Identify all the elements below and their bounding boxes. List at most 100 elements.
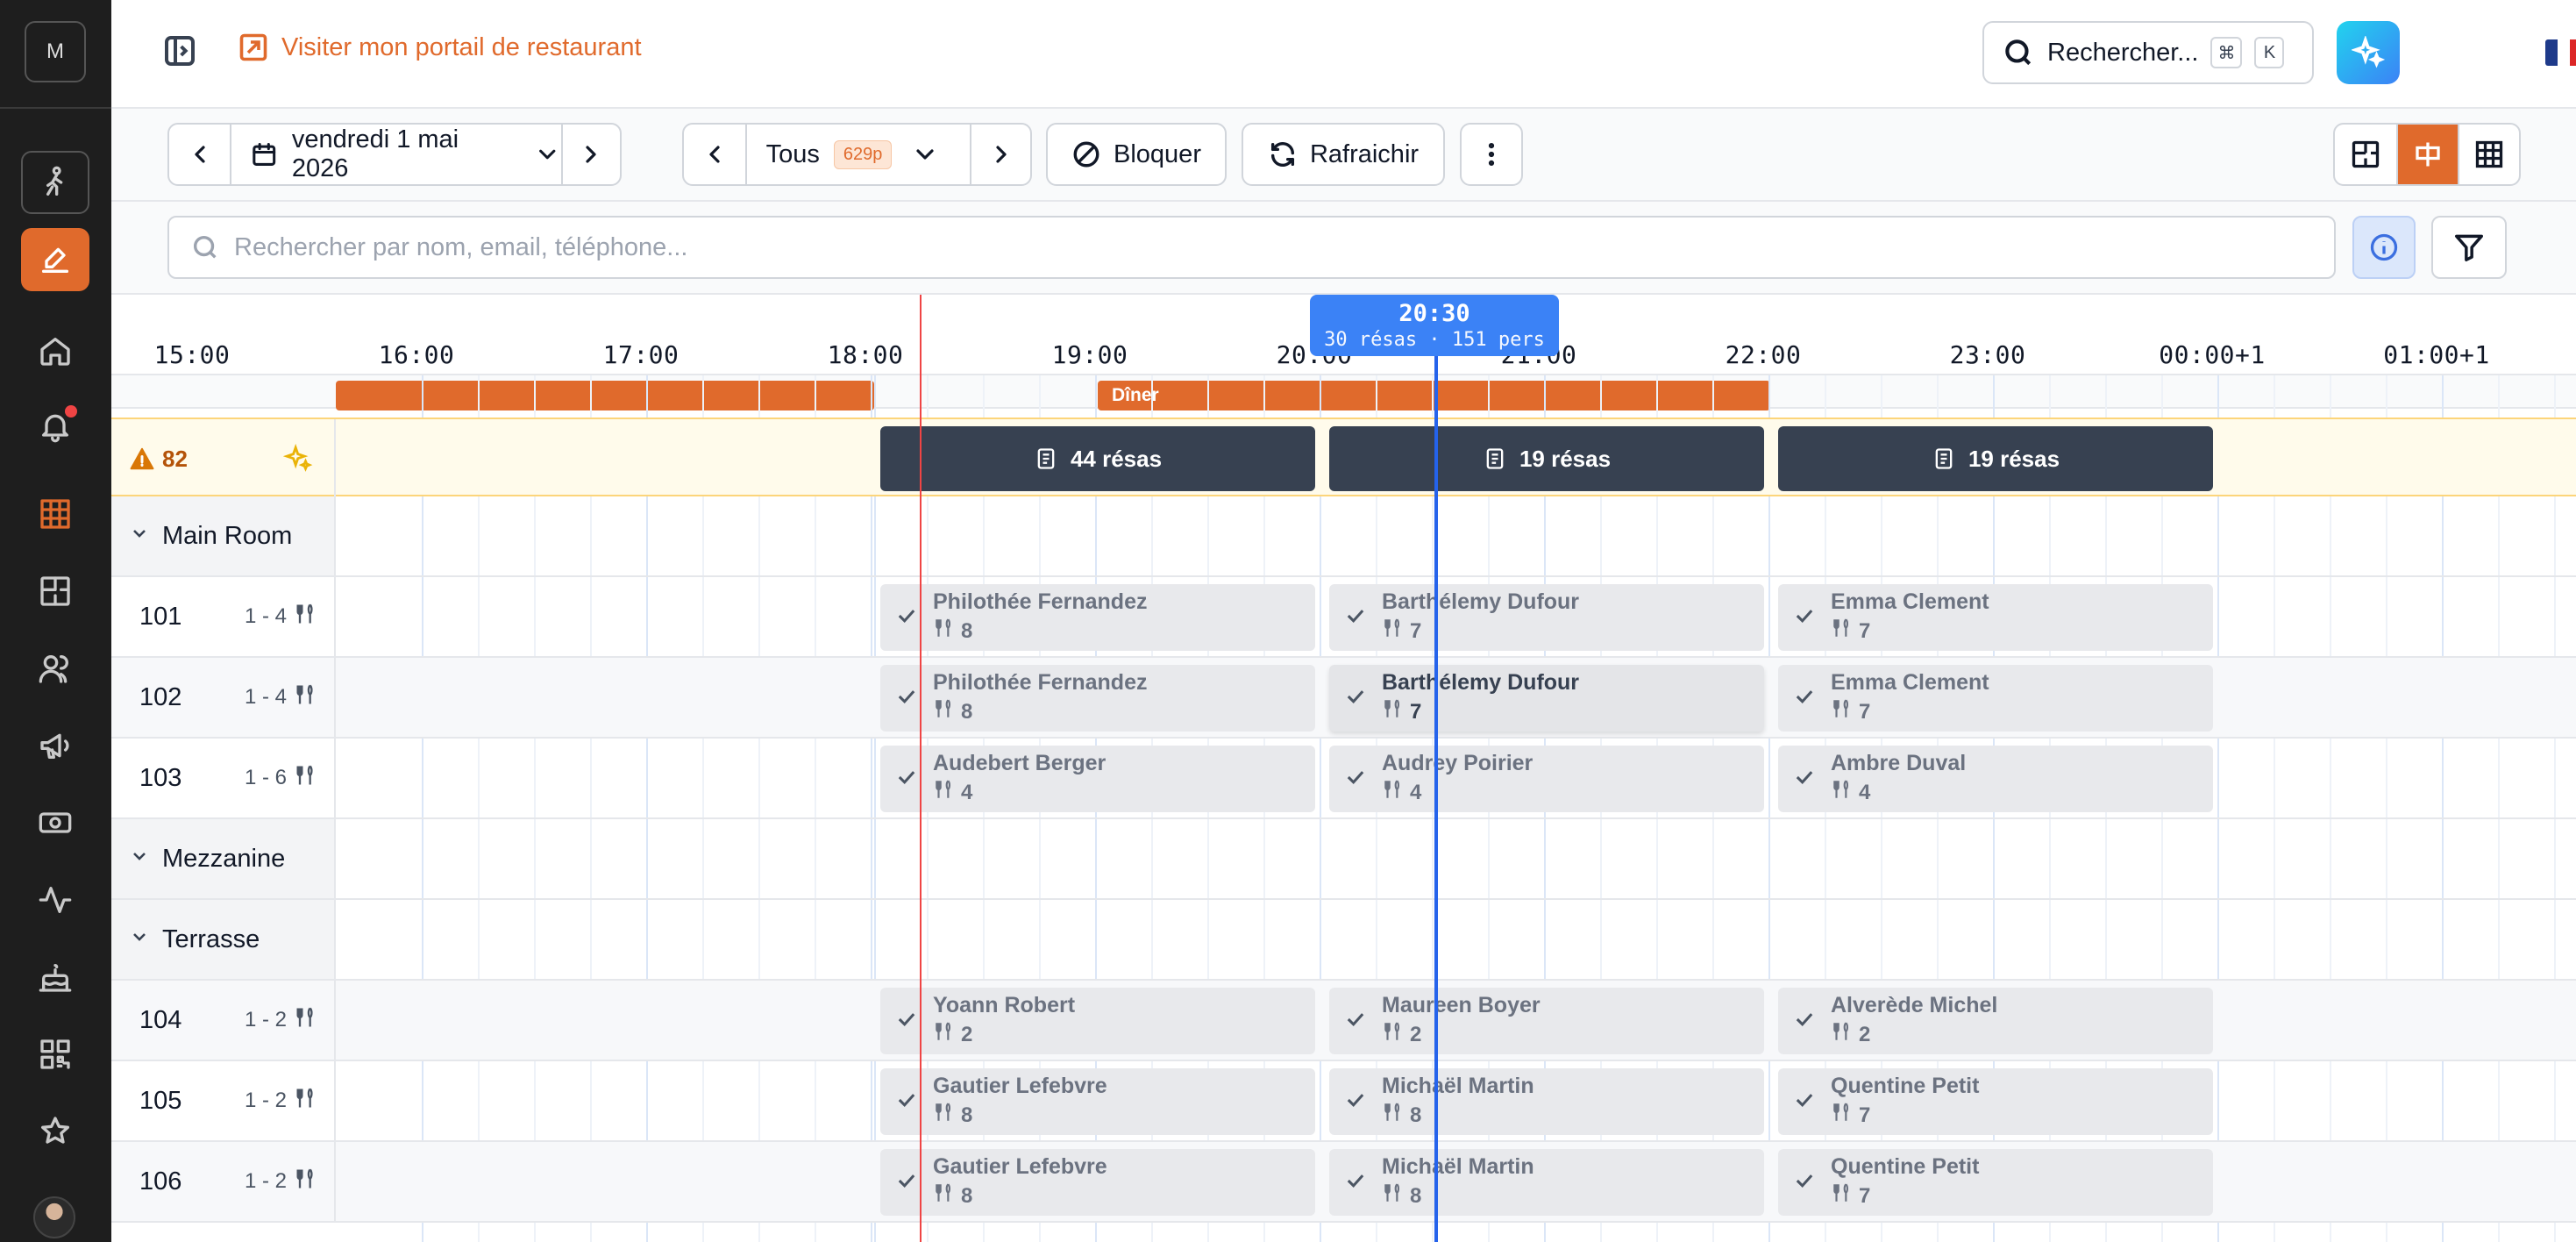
reviews-icon[interactable] (21, 1100, 89, 1163)
reservation-block[interactable]: Michaël Martin 8 (1329, 1068, 1764, 1135)
guest-name: Michaël Martin (1382, 1154, 1534, 1179)
user-avatar[interactable] (33, 1196, 75, 1238)
party-size: 8 (961, 618, 973, 643)
time-cursor-tag: 20:30 30 résas · 151 pers (1310, 295, 1559, 356)
external-link-icon (239, 33, 267, 61)
table-label[interactable]: 106 1 - 2 (111, 1142, 336, 1221)
check-icon (1343, 765, 1368, 794)
reservation-block[interactable]: Maureen Boyer 2 (1329, 988, 1764, 1054)
floor-plan-icon[interactable] (21, 560, 89, 623)
guest-name: Philothée Fernandez (933, 589, 1148, 614)
table-label[interactable]: 101 1 - 4 (111, 577, 336, 656)
table-row: 105 1 - 2 Gautier Lefebvre 8 Michaël Martin 8… (111, 1061, 2576, 1142)
guest-name: Philothée Fernandez (933, 670, 1148, 695)
edit-icon[interactable] (21, 228, 89, 291)
megaphone-icon[interactable] (21, 714, 89, 777)
reservation-search-input[interactable] (234, 232, 2251, 262)
cutlery-icon (1831, 1181, 1854, 1210)
reservation-block[interactable]: Gautier Lefebvre 8 (880, 1068, 1315, 1135)
cursor-time: 20:30 (1398, 300, 1470, 327)
hour-label: 01:00+1 (2383, 340, 2490, 369)
layout-icon (2352, 140, 2380, 168)
section-toggle[interactable]: Main Room (111, 496, 336, 575)
cutlery-icon (1382, 778, 1405, 807)
service-band: Dîner (111, 375, 2576, 410)
cutlery-icon (1831, 1101, 1854, 1130)
refresh-button[interactable]: Rafraichir (1242, 123, 1445, 186)
party-size: 2 (1410, 1022, 1422, 1046)
block-button[interactable]: Bloquer (1046, 123, 1227, 186)
global-search-button[interactable]: Rechercher... ⌘ K (1982, 21, 2314, 84)
reservation-block[interactable]: Michaël Martin 8 (1329, 1149, 1764, 1216)
restaurant-portal-link[interactable]: Visiter mon portail de restaurant (238, 32, 642, 63)
date-picker[interactable]: vendredi 1 mai 2026 (230, 125, 560, 184)
more-vertical-icon (1488, 142, 1495, 167)
reservation-block[interactable]: Barthélemy Dufour 7 (1329, 584, 1764, 651)
hour-label: 17:00 (602, 340, 680, 369)
grid-view-button[interactable] (2458, 125, 2519, 184)
timeline-view-button[interactable] (2396, 125, 2458, 184)
global-search-label: Rechercher... (2047, 38, 2199, 67)
next-service-button[interactable] (970, 125, 1030, 184)
reservation-block[interactable]: Emma Clement 7 (1778, 584, 2213, 651)
time-cursor-line[interactable] (1434, 347, 1438, 1242)
floor-plan-view-button[interactable] (2335, 125, 2396, 184)
prev-service-button[interactable] (684, 125, 745, 184)
ai-assistant-button[interactable] (2337, 21, 2400, 84)
guest-name: Audrey Poirier (1382, 751, 1534, 775)
reservation-block[interactable]: Audebert Berger 4 (880, 746, 1315, 812)
reservation-block[interactable]: Gautier Lefebvre 8 (880, 1149, 1315, 1216)
section-row: Terrasse (111, 900, 2576, 981)
analytics-icon[interactable] (21, 868, 89, 932)
party-size: 2 (961, 1022, 973, 1046)
payments-icon[interactable] (21, 791, 89, 854)
reservation-block[interactable]: Yoann Robert 2 (880, 988, 1315, 1054)
summary-block[interactable]: 44 résas (880, 426, 1315, 491)
kbd-cmd: ⌘ (2210, 37, 2243, 68)
walk-in-icon[interactable] (21, 151, 89, 214)
table-label[interactable]: 105 1 - 2 (111, 1061, 336, 1140)
cake-icon[interactable] (21, 946, 89, 1009)
top-bar: Visiter mon portail de restaurant Recher… (111, 0, 2576, 109)
reservation-block[interactable]: Quentine Petit 7 (1778, 1149, 2213, 1216)
section-toggle[interactable]: Mezzanine (111, 819, 336, 898)
reservation-block[interactable]: Ambre Duval 4 (1778, 746, 2213, 812)
reservation-block[interactable]: Philothée Fernandez 8 (880, 584, 1315, 651)
home-icon[interactable] (21, 319, 89, 382)
service-select[interactable]: Tous 629p (744, 125, 971, 184)
next-day-button[interactable] (560, 125, 620, 184)
section-toggle[interactable]: Terrasse (111, 900, 336, 979)
info-button[interactable] (2352, 216, 2416, 279)
summary-block[interactable]: 19 résas (1778, 426, 2213, 491)
table-number: 101 (139, 602, 182, 631)
chevron-down-icon (129, 845, 150, 874)
sidebar-toggle-icon[interactable] (162, 33, 201, 72)
floor-grid-icon[interactable] (21, 482, 89, 546)
reservation-block[interactable]: Quentine Petit 7 (1778, 1068, 2213, 1135)
customers-icon[interactable] (21, 637, 89, 700)
table-label[interactable]: 103 1 - 6 (111, 739, 336, 817)
party-size: 7 (1859, 1183, 1871, 1208)
notifications-icon[interactable] (21, 395, 89, 458)
reservation-block[interactable]: Alverède Michel 2 (1778, 988, 2213, 1054)
reservations-icon (1037, 448, 1055, 469)
summary-block[interactable]: 19 résas (1329, 426, 1764, 491)
qr-code-icon[interactable] (21, 1023, 89, 1086)
table-label[interactable]: 102 1 - 4 (111, 658, 336, 737)
sparkle-icon[interactable] (282, 443, 313, 478)
reservation-block[interactable]: Barthélemy Dufour 7 (1329, 665, 1764, 732)
table-label[interactable]: 104 1 - 2 (111, 981, 336, 1060)
reservation-block[interactable]: Emma Clement 7 (1778, 665, 2213, 732)
filter-button[interactable] (2431, 216, 2507, 279)
check-icon (894, 1168, 919, 1197)
service-bar-lunch[interactable] (336, 381, 874, 410)
language-selector[interactable] (2545, 37, 2576, 68)
reservation-block[interactable]: Philothée Fernandez 8 (880, 665, 1315, 732)
more-options-button[interactable] (1460, 123, 1523, 186)
check-icon (894, 1088, 919, 1117)
reservation-block[interactable]: Audrey Poirier 4 (1329, 746, 1764, 812)
cutlery-icon (1831, 617, 1854, 646)
workspace-avatar[interactable]: M (25, 21, 86, 82)
prev-day-button[interactable] (169, 125, 230, 184)
summary-block-label: 19 résas (1968, 445, 2060, 472)
